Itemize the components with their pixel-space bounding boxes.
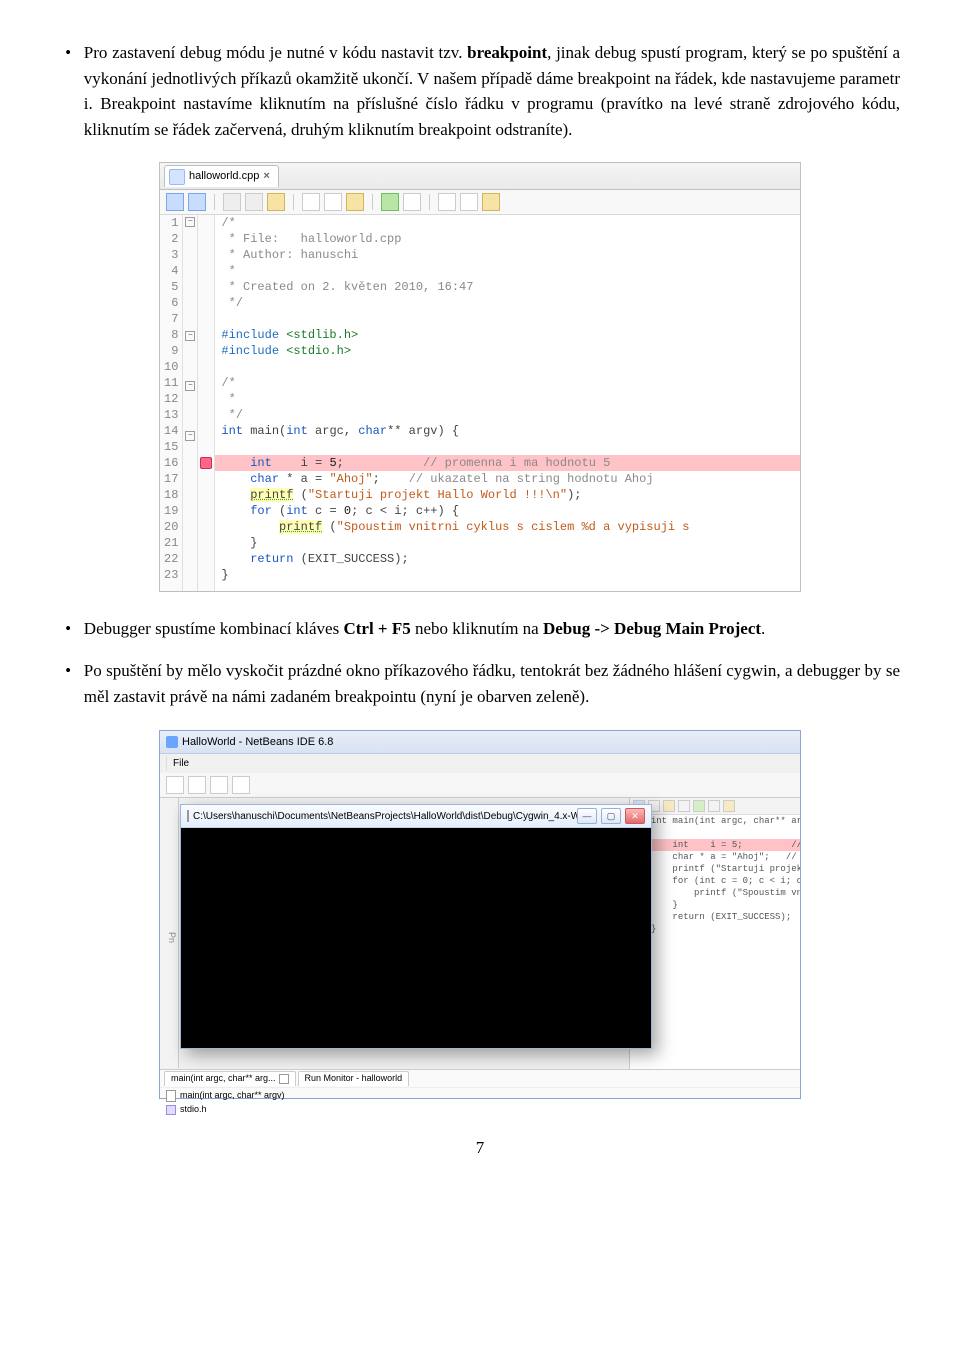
icon[interactable] (678, 800, 690, 812)
icon[interactable] (693, 800, 705, 812)
save-all-icon[interactable] (232, 776, 250, 794)
p3: Po spuštění by mělo vyskočit prázdné okn… (84, 661, 900, 706)
p1-a: Pro zastavení debug módu je nutné v kódu… (84, 43, 467, 62)
p1-b: breakpoint (467, 43, 547, 62)
maximize-icon[interactable]: ▢ (601, 808, 621, 824)
new-project-icon[interactable] (188, 776, 206, 794)
dropdown-icon[interactable] (279, 1074, 289, 1084)
code-text[interactable]: int main(int argc, char** argv) { int i … (648, 815, 800, 935)
line-number-gutter[interactable]: 1234 5678 9101112 13141516 17181920 2122… (160, 215, 183, 591)
separator (293, 194, 294, 210)
code-area: 1234 5678 9101112 13141516 17181920 2122… (160, 215, 800, 591)
figure-ide-breakpoint: halloworld.cpp × 1234 5 (60, 162, 900, 592)
console-title-bar[interactable]: C:\Users\hanuschi\Documents\NetBeansProj… (181, 805, 651, 828)
p2-e: . (761, 619, 765, 638)
breakpoint-marker-icon[interactable] (200, 457, 212, 469)
navigator-tab[interactable]: main(int argc, char** arg... (164, 1071, 296, 1086)
bullet-2: Debugger spustíme kombinací kláves Ctrl … (84, 616, 900, 642)
comment-icon[interactable] (438, 193, 456, 211)
bookmark-toggle-icon[interactable] (267, 193, 285, 211)
breakpoint-line[interactable]: int i = 5; // promenna i ma hodnotu 5 (648, 839, 800, 851)
tab-label: Run Monitor - halloworld (305, 1072, 403, 1086)
editor-tab-halloworld[interactable]: halloworld.cpp × (164, 165, 279, 187)
window-title: HalloWorld - NetBeans IDE 6.8 (182, 734, 333, 751)
macro-stop-icon[interactable] (403, 193, 421, 211)
fold-minus-icon[interactable]: − (185, 331, 195, 341)
window-title-bar[interactable]: HalloWorld - NetBeans IDE 6.8 (160, 731, 800, 755)
fold-gutter[interactable]: − − − − (183, 215, 198, 591)
bookmark-prev-icon[interactable] (223, 193, 241, 211)
netbeans-icon (166, 736, 178, 748)
run-monitor-tab[interactable]: Run Monitor - halloworld (298, 1071, 410, 1086)
open-icon[interactable] (210, 776, 228, 794)
editor-toolbar (160, 190, 800, 215)
separator (372, 194, 373, 210)
tab-label: halloworld.cpp (189, 168, 259, 185)
console-window[interactable]: C:\Users\hanuschi\Documents\NetBeansProj… (180, 804, 652, 1049)
function-icon (166, 1090, 176, 1102)
uncomment-icon[interactable] (460, 193, 478, 211)
p2-c: nebo kliknutím na (411, 619, 543, 638)
separator (429, 194, 430, 210)
page-number: 7 (60, 1135, 900, 1161)
breakpoint-line[interactable]: int i = 5; // promenna i ma hodnotu 5 (215, 455, 800, 471)
find-selection-prev-icon[interactable] (302, 193, 320, 211)
close-icon[interactable]: × (263, 168, 269, 185)
menu-file[interactable]: File (166, 756, 195, 771)
tab-label: main(int argc, char** arg... (171, 1072, 276, 1086)
fold-minus-icon[interactable]: − (185, 217, 195, 227)
p2-b: Ctrl + F5 (343, 619, 410, 638)
code-text[interactable]: /* * File: halloworld.cpp * Author: hanu… (215, 215, 800, 591)
editor-tabbar: halloworld.cpp × (160, 163, 800, 190)
bullet-1: Pro zastavení debug módu je nutné v kódu… (84, 40, 900, 142)
header-file-icon (166, 1105, 176, 1115)
find-selection-next-icon[interactable] (324, 193, 342, 211)
netbeans-window: HalloWorld - NetBeans IDE 6.8 File Pn (159, 730, 801, 1100)
p2-d: Debug -> Debug Main Project (543, 619, 761, 638)
console-path: C:\Users\hanuschi\Documents\NetBeansProj… (193, 809, 577, 824)
bookmark-next-icon[interactable] (245, 193, 263, 211)
figure-ide-debug-run: HalloWorld - NetBeans IDE 6.8 File Pn (60, 730, 900, 1100)
cpp-file-icon (169, 169, 185, 185)
ide-body: Pn 14151617181920212223 int main(int arg… (160, 798, 800, 1098)
navigator-item-main[interactable]: main(int argc, char** argv) (160, 1087, 800, 1104)
menubar[interactable]: File (160, 754, 800, 773)
background-editor-toolbar (630, 798, 800, 815)
macro-start-icon[interactable] (381, 193, 399, 211)
main-toolbar (160, 773, 800, 798)
history-back-icon[interactable] (166, 193, 184, 211)
new-file-icon[interactable] (166, 776, 184, 794)
minimize-icon[interactable]: — (577, 808, 597, 824)
breakpoint-gutter[interactable] (198, 215, 215, 591)
fold-minus-icon[interactable]: − (185, 381, 195, 391)
side-panel-label[interactable]: Pn (160, 798, 179, 1068)
p2-a: Debugger spustíme kombinací kláves (84, 619, 344, 638)
console-body[interactable] (181, 828, 651, 1048)
navigator-item-stdio[interactable]: stdio.h (160, 1103, 800, 1118)
code-editor: halloworld.cpp × 1234 5 (159, 162, 801, 592)
icon[interactable] (723, 800, 735, 812)
fold-minus-icon[interactable]: − (185, 431, 195, 441)
status-area: main(int argc, char** arg... Run Monitor… (160, 1069, 800, 1098)
background-editor: 14151617181920212223 int main(int argc, … (629, 798, 800, 1098)
icon[interactable] (663, 800, 675, 812)
goto-header-icon[interactable] (482, 193, 500, 211)
separator (214, 194, 215, 210)
highlight-toggle-icon[interactable] (346, 193, 364, 211)
close-icon[interactable]: ✕ (625, 808, 645, 824)
icon[interactable] (708, 800, 720, 812)
history-fwd-icon[interactable] (188, 193, 206, 211)
console-icon (187, 810, 189, 822)
bullet-3: Po spuštění by mělo vyskočit prázdné okn… (84, 658, 900, 709)
